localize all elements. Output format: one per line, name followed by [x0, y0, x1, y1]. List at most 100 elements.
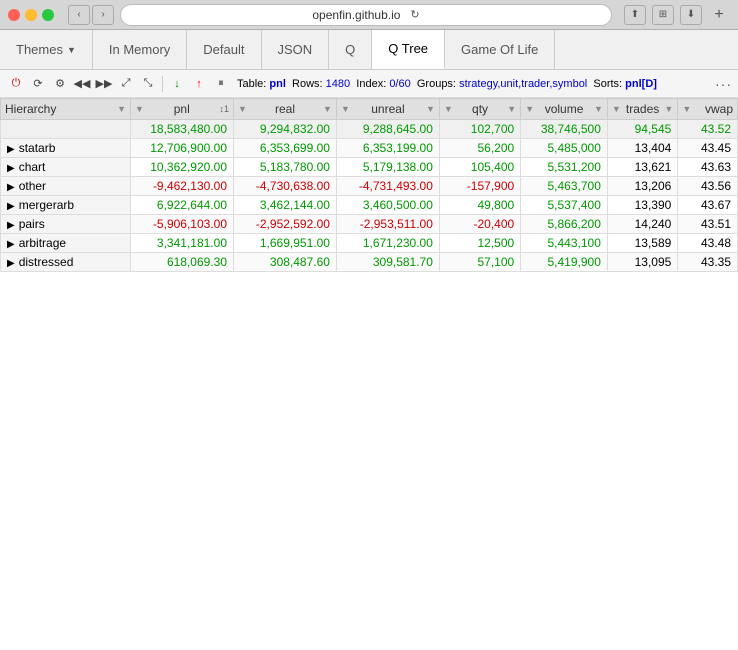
tab-default[interactable]: Default	[187, 30, 261, 69]
settings-button[interactable]: ⚙	[50, 74, 70, 94]
expand-arrow-3[interactable]: ▶	[7, 201, 15, 212]
volume-filter-left[interactable]: ▼	[525, 104, 534, 114]
titlebar: ‹ › openfin.github.io ↻ ⬆ ⊞ ⬇ +	[0, 0, 738, 30]
grid-button[interactable]: ⊞	[652, 5, 674, 25]
tab-q-tree[interactable]: Q Tree	[372, 30, 445, 69]
col-header-real[interactable]: ▼ real ▼	[234, 99, 337, 120]
prev-button[interactable]: ◀◀	[72, 74, 92, 94]
table-row[interactable]: ▶statarb 12,706,900.00 6,353,699.00 6,35…	[1, 139, 738, 158]
expand-arrow-4[interactable]: ▶	[7, 220, 15, 231]
row-unreal-1: 5,179,138.00	[336, 158, 439, 177]
col-trades-label: trades	[626, 102, 659, 116]
row-hierarchy-2: ▶other	[1, 177, 131, 196]
more-options-button[interactable]: ···	[715, 76, 732, 92]
row-hierarchy-6: ▶distressed	[1, 253, 131, 272]
expand-arrow-5[interactable]: ▶	[7, 239, 15, 250]
total-unreal: 9,288,645.00	[336, 120, 439, 139]
tab-themes[interactable]: Themes ▼	[0, 30, 93, 69]
reload-icon[interactable]: ↻	[410, 8, 419, 21]
pause-button[interactable]: ⏸	[211, 74, 231, 94]
col-header-vwap[interactable]: ▼ vwap	[678, 99, 738, 120]
upload-data-button[interactable]: ↑	[189, 74, 209, 94]
col-header-volume[interactable]: ▼ volume ▼	[521, 99, 608, 120]
row-volume-0: 5,485,000	[521, 139, 608, 158]
row-unreal-6: 309,581.70	[336, 253, 439, 272]
table-row[interactable]: ▶distressed 618,069.30 308,487.60 309,58…	[1, 253, 738, 272]
col-qty-label: qty	[472, 102, 488, 116]
table-row[interactable]: ▶pairs -5,906,103.00 -2,952,592.00 -2,95…	[1, 215, 738, 234]
col-volume-label: volume	[545, 102, 584, 116]
tab-q-label: Q	[345, 42, 355, 57]
pnl-sort-icon[interactable]: ↕1	[219, 104, 229, 114]
row-volume-6: 5,419,900	[521, 253, 608, 272]
row-volume-5: 5,443,100	[521, 234, 608, 253]
expand-arrow-2[interactable]: ▶	[7, 182, 15, 193]
data-grid: Hierarchy ▼ ▼ pnl ↕1 ▼ real ▼	[0, 98, 738, 650]
collapse-all-button[interactable]: ⤡	[138, 74, 158, 94]
reset-button[interactable]: ⟳	[28, 74, 48, 94]
table-row[interactable]: ▶arbitrage 3,341,181.00 1,669,951.00 1,6…	[1, 234, 738, 253]
row-trades-0: 13,404	[607, 139, 677, 158]
maximize-button[interactable]	[42, 9, 54, 21]
trades-filter-right[interactable]: ▼	[664, 104, 673, 114]
hierarchy-filter-icon[interactable]: ▼	[117, 104, 126, 114]
real-filter-right[interactable]: ▼	[323, 104, 332, 114]
back-button[interactable]: ‹	[68, 5, 90, 25]
power-button[interactable]: ⏻	[6, 74, 26, 94]
unreal-filter-right[interactable]: ▼	[426, 104, 435, 114]
total-hierarchy	[1, 120, 131, 139]
row-pnl-4: -5,906,103.00	[131, 215, 234, 234]
share-button[interactable]: ⬆	[624, 5, 646, 25]
traffic-lights	[8, 9, 54, 21]
minimize-button[interactable]	[25, 9, 37, 21]
download-button[interactable]: ⬇	[680, 5, 702, 25]
tab-json[interactable]: JSON	[262, 30, 330, 69]
new-tab-button[interactable]: +	[708, 5, 730, 25]
url-bar[interactable]: openfin.github.io ↻	[120, 4, 612, 26]
tab-in-memory[interactable]: In Memory	[93, 30, 187, 69]
trades-filter-left[interactable]: ▼	[612, 104, 621, 114]
download-data-button[interactable]: ↓	[167, 74, 187, 94]
qty-filter-left[interactable]: ▼	[444, 104, 453, 114]
row-real-0: 6,353,699.00	[234, 139, 337, 158]
col-header-pnl[interactable]: ▼ pnl ↕1	[131, 99, 234, 120]
real-filter-left[interactable]: ▼	[238, 104, 247, 114]
row-trades-2: 13,206	[607, 177, 677, 196]
close-button[interactable]	[8, 9, 20, 21]
pnl-filter-left[interactable]: ▼	[135, 104, 144, 114]
volume-filter-right[interactable]: ▼	[594, 104, 603, 114]
row-real-1: 5,183,780.00	[234, 158, 337, 177]
col-header-hierarchy[interactable]: Hierarchy ▼	[1, 99, 131, 120]
row-hierarchy-5: ▶arbitrage	[1, 234, 131, 253]
table-row[interactable]: ▶other -9,462,130.00 -4,730,638.00 -4,73…	[1, 177, 738, 196]
row-qty-6: 57,100	[439, 253, 520, 272]
row-vwap-5: 43.48	[678, 234, 738, 253]
row-vwap-0: 43.45	[678, 139, 738, 158]
vwap-filter-left[interactable]: ▼	[682, 104, 691, 114]
expand-arrow-0[interactable]: ▶	[7, 144, 15, 155]
row-qty-3: 49,800	[439, 196, 520, 215]
row-pnl-3: 6,922,644.00	[131, 196, 234, 215]
row-pnl-0: 12,706,900.00	[131, 139, 234, 158]
col-header-unreal[interactable]: ▼ unreal ▼	[336, 99, 439, 120]
row-volume-2: 5,463,700	[521, 177, 608, 196]
col-header-trades[interactable]: ▼ trades ▼	[607, 99, 677, 120]
qty-filter-right[interactable]: ▼	[507, 104, 516, 114]
col-header-qty[interactable]: ▼ qty ▼	[439, 99, 520, 120]
unreal-filter-left[interactable]: ▼	[341, 104, 350, 114]
row-real-3: 3,462,144.00	[234, 196, 337, 215]
table-row[interactable]: ▶mergerarb 6,922,644.00 3,462,144.00 3,4…	[1, 196, 738, 215]
row-unreal-2: -4,731,493.00	[336, 177, 439, 196]
row-vwap-2: 43.56	[678, 177, 738, 196]
table-row[interactable]: ▶chart 10,362,920.00 5,183,780.00 5,179,…	[1, 158, 738, 177]
next-button[interactable]: ▶▶	[94, 74, 114, 94]
expand-arrow-6[interactable]: ▶	[7, 258, 15, 269]
row-volume-4: 5,866,200	[521, 215, 608, 234]
expand-arrow-1[interactable]: ▶	[7, 163, 15, 174]
tab-game-of-life[interactable]: Game Of Life	[445, 30, 555, 69]
forward-button[interactable]: ›	[92, 5, 114, 25]
row-trades-5: 13,589	[607, 234, 677, 253]
tab-q[interactable]: Q	[329, 30, 372, 69]
expand-all-button[interactable]: ⤢	[116, 74, 136, 94]
total-vwap: 43.52	[678, 120, 738, 139]
